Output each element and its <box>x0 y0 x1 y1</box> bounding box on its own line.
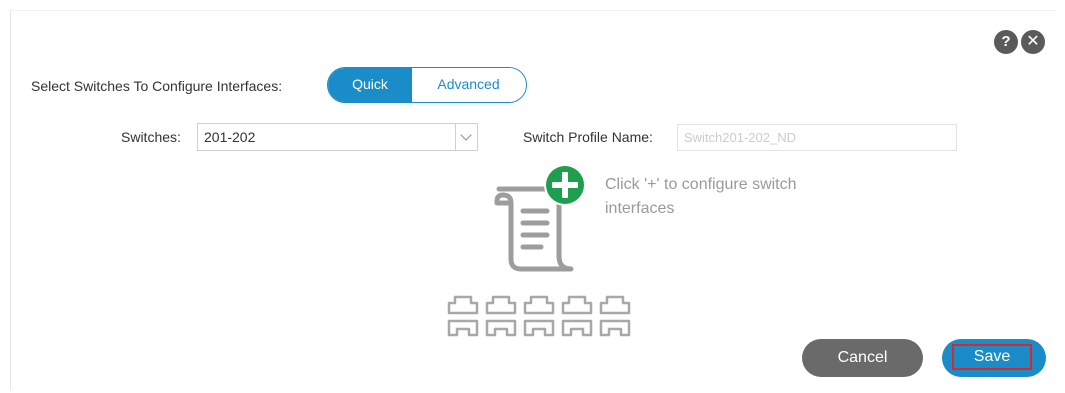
mode-toggle: Quick Advanced <box>327 67 527 103</box>
switches-select[interactable]: 201-202 <box>197 123 478 151</box>
page: ? ✕ Select Switches To Configure Interfa… <box>0 0 1065 393</box>
select-switches-label: Select Switches To Configure Interfaces: <box>31 78 283 94</box>
quick-mode-button[interactable]: Quick <box>328 68 412 102</box>
advanced-mode-button[interactable]: Advanced <box>412 68 525 102</box>
ports-grid-icon <box>447 295 631 337</box>
empty-state-hint: Click '+' to configure switch interfaces <box>605 176 797 217</box>
switches-value: 201-202 <box>204 129 256 145</box>
close-icon[interactable]: ✕ <box>1021 30 1045 54</box>
configure-interfaces-dialog: ? ✕ Select Switches To Configure Interfa… <box>10 10 1055 390</box>
chevron-down-icon[interactable] <box>455 124 477 150</box>
add-icon[interactable] <box>543 163 587 207</box>
help-icon[interactable]: ? <box>994 30 1018 54</box>
save-button-label: Save <box>952 344 1032 370</box>
switch-profile-name-input[interactable] <box>677 124 957 151</box>
switch-profile-name-label: Switch Profile Name: <box>523 129 653 145</box>
cancel-button[interactable]: Cancel <box>802 339 923 377</box>
switches-label: Switches: <box>121 129 181 145</box>
save-button[interactable]: Save <box>942 339 1046 377</box>
